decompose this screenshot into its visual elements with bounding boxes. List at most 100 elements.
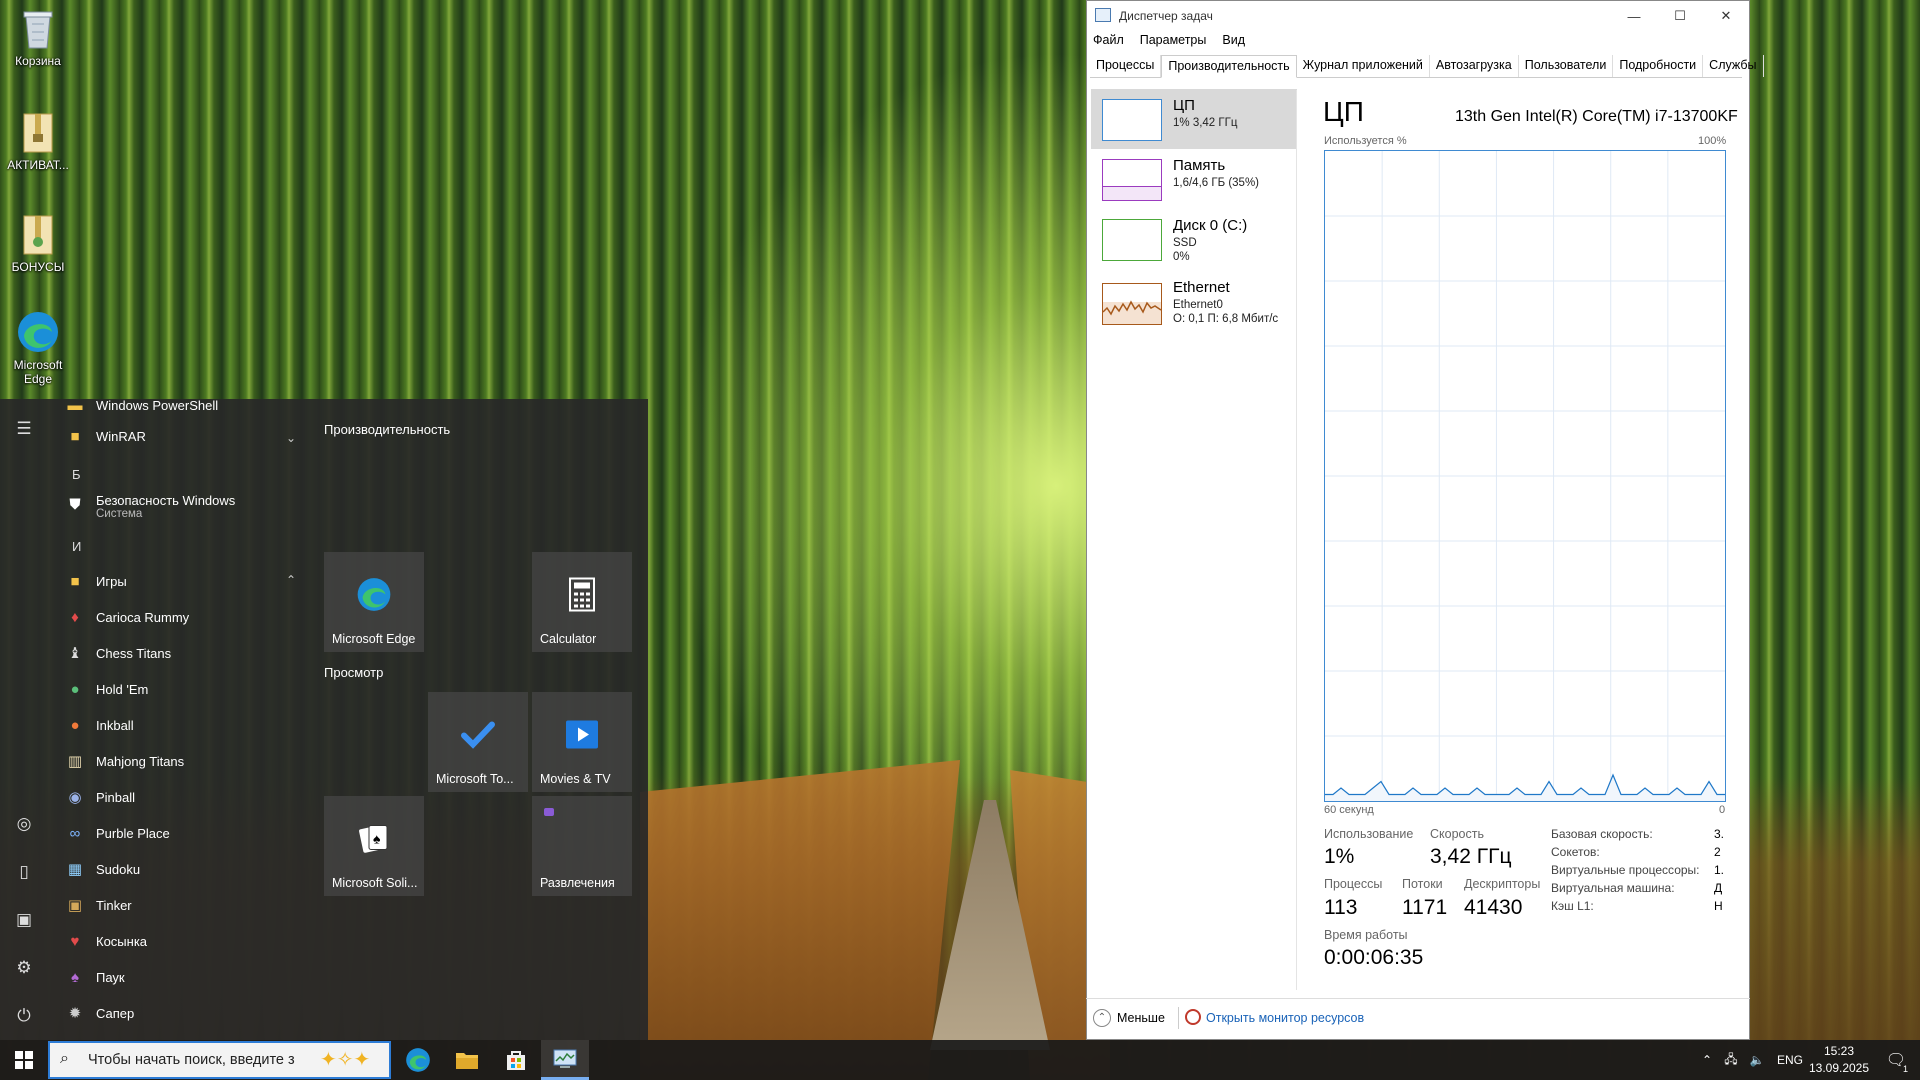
tab-details[interactable]: Подробности [1613, 55, 1704, 77]
app-item-winrar[interactable]: ■ WinRAR [64, 420, 145, 452]
app-item-game[interactable]: ∞ Purble Place [64, 817, 170, 849]
performance-title: ЦП [1323, 96, 1364, 127]
tile-label: Развлечения [540, 876, 615, 890]
taskbar-store[interactable] [492, 1040, 540, 1080]
power-icon[interactable]: ⏻ [12, 1004, 36, 1028]
tile-label: Calculator [540, 632, 597, 646]
app-item-windows-security[interactable]: ⛊ Безопасность Windows Система [64, 493, 235, 533]
app-label: Sudoku [96, 861, 141, 877]
app-item-game[interactable]: ▦ Sudoku [64, 853, 140, 885]
app-label: Chess Titans [96, 645, 172, 661]
sparkle-icon[interactable]: ✦✧✦ [320, 1047, 370, 1072]
detail-value: Д [1714, 881, 1723, 895]
uptime-label: Время работы [1324, 928, 1408, 942]
tile-solitaire[interactable]: ♠ Microsoft Soli... [324, 796, 424, 896]
windows-logo-icon [15, 1051, 33, 1069]
speed-label: Скорость [1430, 827, 1484, 841]
tab-startup[interactable]: Автозагрузка [1430, 55, 1519, 77]
title-bar[interactable]: Диспетчер задач — ☐ ✕ [1087, 1, 1749, 31]
network-icon[interactable]: 🖧 [1718, 1050, 1744, 1071]
sidebar-item-memory[interactable]: Память 1,6/4,6 ГБ (35%) [1091, 149, 1297, 209]
tile-movies[interactable]: Movies & TV [532, 692, 632, 792]
taskbar-file-explorer[interactable] [443, 1040, 491, 1080]
chevron-up-icon[interactable]: ⌃ [1093, 1009, 1111, 1027]
tab-users[interactable]: Пользователи [1519, 55, 1614, 77]
taskbar-task-manager[interactable] [541, 1040, 589, 1080]
tab-processes[interactable]: Процессы [1090, 55, 1162, 77]
app-item-game[interactable]: ● Hold 'Em [64, 673, 148, 705]
detail-value: 3. [1714, 827, 1725, 841]
app-item-game[interactable]: ▣ Tinker [64, 889, 132, 921]
search-box[interactable]: ⌕ Чтобы начать поиск, введите з ✦✧✦ [48, 1041, 391, 1079]
menu-file[interactable]: Файл [1093, 33, 1124, 47]
clock[interactable]: 15:23 13.09.2025 [1804, 1040, 1874, 1080]
sidebar-item-ethernet[interactable]: Ethernet Ethernet0 О: 0,1 П: 6,8 Мбит/с [1091, 269, 1297, 335]
app-item-games-folder[interactable]: ■ Игры [64, 565, 126, 597]
menu-options[interactable]: Параметры [1140, 33, 1207, 47]
fewer-details-link[interactable]: Меньше [1117, 1011, 1165, 1025]
app-item-game[interactable]: ▥ Mahjong Titans [64, 745, 184, 777]
desktop-icon-label: АКТИВАТ... [7, 158, 69, 172]
tile-todo[interactable]: Microsoft To... [428, 692, 528, 792]
volume-icon[interactable]: 🔈 [1744, 1053, 1770, 1067]
open-resource-monitor-link[interactable]: Открыть монитор ресурсов [1206, 1011, 1364, 1025]
letter-header[interactable]: И [72, 539, 81, 554]
documents-icon[interactable]: ▯ [12, 860, 36, 884]
tab-services[interactable]: Службы [1703, 55, 1764, 77]
chevron-down-icon[interactable]: ⌄ [286, 431, 296, 445]
tile-calculator[interactable]: Calculator [532, 552, 632, 652]
sidebar-item-subtitle: Ethernet0 [1173, 299, 1223, 311]
entertainment-icon [544, 808, 554, 816]
app-item-game[interactable]: ♠ Паук [64, 961, 125, 993]
tile-edge[interactable]: Microsoft Edge [324, 552, 424, 652]
desktop-icon-activator[interactable]: АКТИВАТ... [0, 110, 76, 172]
app-item-game[interactable]: ♥ Косынка [64, 925, 147, 957]
settings-gear-icon[interactable]: ⚙ [12, 956, 36, 980]
pictures-icon[interactable]: ▣ [12, 908, 36, 932]
hamburger-menu-icon[interactable]: ☰ [12, 417, 36, 441]
sidebar-item-disk[interactable]: Диск 0 (C:) SSD 0% [1091, 209, 1297, 269]
app-item-game[interactable]: ♦ Carioca Rummy [64, 601, 189, 633]
app-item-game[interactable]: ◉ Pinball [64, 781, 135, 813]
tile-group-title[interactable]: Производительность [324, 422, 450, 437]
store-bag-icon [507, 1051, 525, 1070]
sidebar-item-title: Память [1173, 157, 1226, 174]
start-button[interactable] [0, 1040, 48, 1080]
app-item-game[interactable]: ♝ Chess Titans [64, 637, 171, 669]
sidebar-item-cpu[interactable]: ЦП 1% 3,42 ГГц [1091, 89, 1297, 149]
handles-label: Дескрипторы [1464, 877, 1541, 891]
tile-group-title[interactable]: Просмотр [324, 665, 383, 680]
desktop-icon-label: Microsoft Edge [13, 358, 63, 386]
app-item-powershell[interactable]: ▬ Windows PowerShell [64, 399, 219, 421]
tab-performance[interactable]: Производительность [1161, 55, 1297, 78]
detail-label: Базовая скорость: [1551, 827, 1653, 841]
sidebar-item-subtitle: О: 0,1 П: 6,8 Мбит/с [1173, 313, 1279, 325]
detail-label: Виртуальная машина: [1551, 881, 1675, 895]
pinball-icon: ◉ [68, 789, 82, 806]
start-app-list: ▬ Windows PowerShell ■ WinRAR ⌄ Б ⛊ Безо… [48, 399, 308, 1040]
desktop-icon-edge[interactable]: Microsoft Edge [0, 310, 76, 386]
close-icon[interactable]: ✕ [1703, 1, 1749, 31]
maximize-icon[interactable]: ☐ [1657, 1, 1703, 31]
minimize-icon[interactable]: — [1611, 1, 1657, 31]
taskbar-edge[interactable] [394, 1040, 442, 1080]
utilization-label: Использование [1324, 827, 1414, 841]
chevron-up-icon[interactable]: ⌃ [286, 573, 296, 587]
menu-view[interactable]: Вид [1222, 33, 1245, 47]
tile-entertainment[interactable]: Развлечения [532, 796, 632, 896]
tab-app-history[interactable]: Журнал приложений [1297, 55, 1430, 77]
notification-center-button[interactable]: 🗨 1 [1878, 1040, 1914, 1080]
app-label: Безопасность Windows [96, 493, 236, 508]
edge-icon [406, 1048, 430, 1072]
search-input[interactable]: Чтобы начать поиск, введите з [88, 1052, 295, 1068]
desktop-icon-bonuses[interactable]: БОНУСЫ [0, 212, 76, 274]
purble-place-icon: ∞ [69, 824, 81, 842]
chevron-up-icon[interactable]: ⌃ [1696, 1053, 1718, 1067]
checkmark-icon [461, 720, 495, 753]
desktop-icon-recycle-bin[interactable]: Корзина [0, 6, 76, 68]
app-item-game[interactable]: ● Inkball [64, 709, 133, 741]
user-account-icon[interactable]: ◎ [12, 812, 36, 836]
desktop-icon-label: БОНУСЫ [11, 260, 65, 274]
app-item-game[interactable]: ✹ Сапер [64, 997, 135, 1029]
letter-header[interactable]: Б [72, 467, 81, 482]
